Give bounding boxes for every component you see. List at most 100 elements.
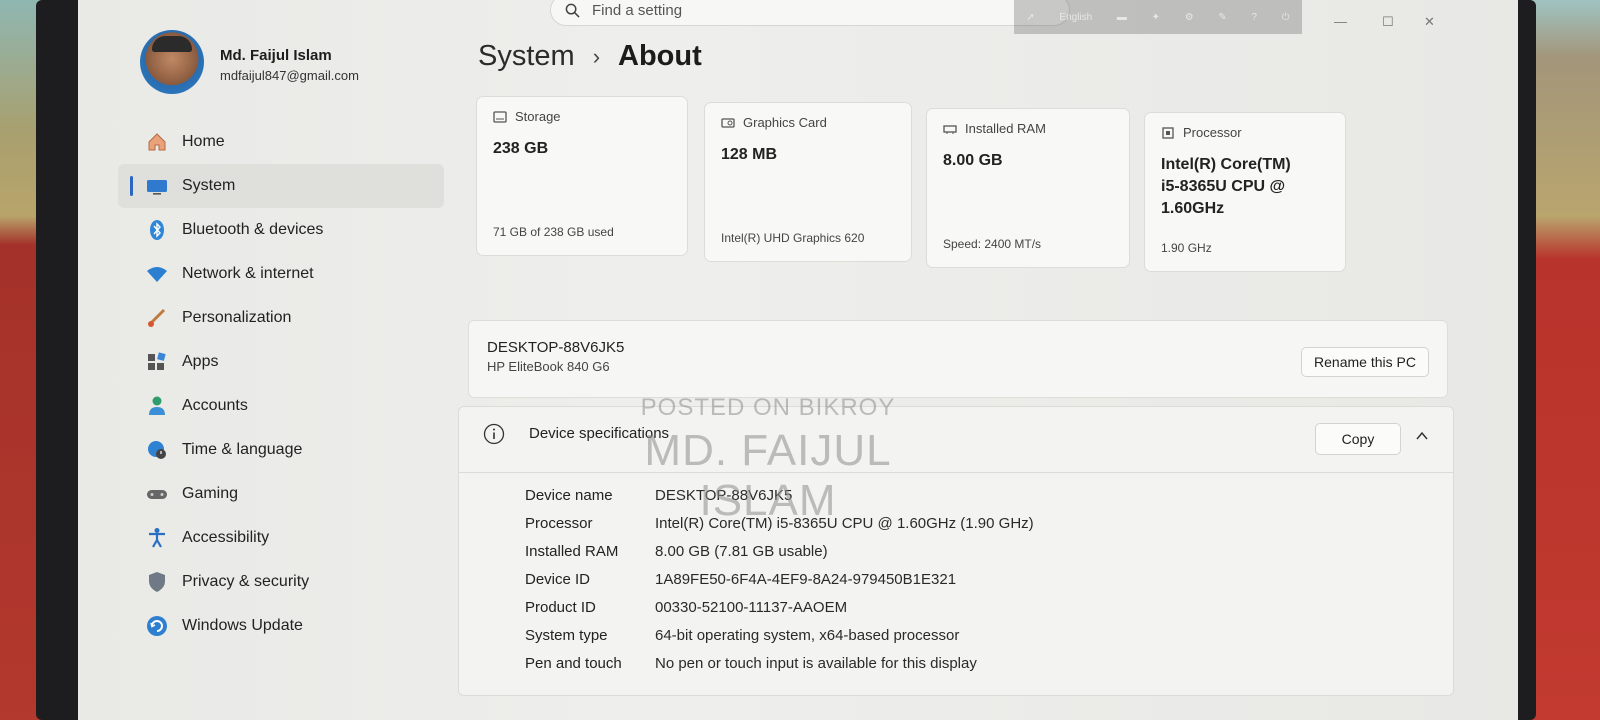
card-label: Installed RAM — [965, 121, 1046, 136]
spec-list: Device name DESKTOP-88V6JK5 Processor Inte… — [525, 481, 1034, 677]
refresh-icon — [146, 615, 168, 637]
spec-value: DESKTOP-88V6JK5 — [655, 486, 793, 504]
bluetooth-icon — [146, 219, 168, 241]
spec-key: Device name — [525, 486, 613, 504]
card-value: 238 GB — [493, 140, 549, 157]
pc-name: DESKTOP-88V6JK5 — [487, 339, 625, 356]
person-icon — [146, 395, 168, 417]
spec-value: 64-bit operating system, x64-based proce… — [655, 626, 960, 644]
sidebar-item-personalization[interactable]: Personalization — [118, 296, 444, 340]
processor-icon — [1162, 126, 1174, 139]
question-icon[interactable]: ? — [1251, 12, 1257, 23]
card-storage[interactable]: Storage 238 GB 71 GB of 238 GB used — [476, 96, 688, 256]
sidebar-item-label: Network & internet — [182, 265, 314, 282]
sidebar-nav: Home System Bluetooth & devices Network … — [118, 120, 444, 648]
sidebar-item-system[interactable]: System — [118, 164, 444, 208]
spec-row-pen-touch: Pen and touch No pen or touch input is av… — [525, 649, 1034, 677]
home-icon — [146, 131, 168, 153]
sidebar-item-bluetooth[interactable]: Bluetooth & devices — [118, 208, 444, 252]
globe-clock-icon — [146, 439, 168, 461]
spec-value: 8.00 GB (7.81 GB usable) — [655, 542, 828, 560]
pc-name-row: DESKTOP-88V6JK5 HP EliteBook 840 G6 Rena… — [468, 320, 1448, 398]
pin-icon[interactable]: ✦ — [1152, 12, 1160, 23]
sidebar-item-time-language[interactable]: Time & language — [118, 428, 444, 472]
card-subtext: 1.90 GHz — [1161, 241, 1212, 255]
card-subtext: 71 GB of 238 GB used — [493, 225, 614, 239]
spec-value: No pen or touch input is available for t… — [655, 654, 977, 672]
sidebar-item-label: Time & language — [182, 441, 303, 458]
card-processor[interactable]: Processor Intel(R) Core(TM) i5-8365U CPU… — [1144, 112, 1346, 272]
settings-window: Find a setting ➚ English ▬ ✦ ⚙ ✎ ? ⏻ — ☐… — [78, 0, 1518, 720]
language-indicator[interactable]: English — [1059, 12, 1092, 23]
card-subtext: Intel(R) UHD Graphics 620 — [721, 231, 865, 245]
card-ram[interactable]: Installed RAM 8.00 GB Speed: 2400 MT/s — [926, 108, 1130, 268]
spec-row-installed-ram: Installed RAM 8.00 GB (7.81 GB usable) — [525, 537, 1034, 565]
sidebar-item-gaming[interactable]: Gaming — [118, 472, 444, 516]
sidebar-item-label: Personalization — [182, 309, 292, 326]
sidebar-item-accessibility[interactable]: Accessibility — [118, 516, 444, 560]
sidebar-item-home[interactable]: Home — [118, 120, 444, 164]
sidebar-item-label: Privacy & security — [182, 573, 310, 590]
storage-icon — [493, 110, 507, 123]
user-name: Md. Faijul Islam — [220, 47, 332, 64]
card-graphics[interactable]: Graphics Card 128 MB Intel(R) UHD Graphi… — [704, 102, 912, 262]
sidebar-item-label: System — [182, 177, 236, 194]
sidebar-item-accounts[interactable]: Accounts — [118, 384, 444, 428]
spec-key: System type — [525, 626, 608, 644]
chevron-up-icon[interactable] — [1415, 429, 1429, 443]
spec-row-system-type: System type 64-bit operating system, x64-… — [525, 621, 1034, 649]
rename-pc-button[interactable]: Rename this PC — [1301, 347, 1429, 377]
close-button[interactable]: ✕ — [1424, 14, 1435, 30]
monitor-icon — [146, 175, 168, 197]
sidebar-item-apps[interactable]: Apps — [118, 340, 444, 384]
spec-key: Device ID — [525, 570, 591, 588]
sidebar-item-label: Home — [182, 133, 225, 150]
card-value: Intel(R) Core(TM) i5-8365U CPU @ 1.60GHz — [1161, 156, 1291, 217]
sidebar-item-windows-update[interactable]: Windows Update — [118, 604, 444, 648]
spec-key: Processor — [525, 514, 593, 532]
search-icon — [565, 3, 580, 18]
wifi-icon — [146, 263, 168, 285]
sidebar-item-privacy[interactable]: Privacy & security — [118, 560, 444, 604]
user-email: mdfaijul847@gmail.com — [220, 68, 359, 83]
card-value: 128 MB — [721, 146, 778, 163]
breadcrumb-parent[interactable]: System — [478, 40, 575, 73]
card-label: Graphics Card — [743, 115, 827, 130]
device-specifications-header[interactable]: Device specifications Copy — [459, 407, 1453, 473]
card-label: Processor — [1183, 125, 1242, 140]
shield-icon — [146, 571, 168, 593]
brush-icon — [146, 307, 168, 329]
spec-key: Product ID — [525, 598, 596, 616]
spec-key: Pen and touch — [525, 654, 622, 672]
sidebar-item-label: Accessibility — [182, 529, 270, 546]
sidebar-item-label: Gaming — [182, 485, 239, 502]
breadcrumb: System › About — [478, 40, 702, 73]
avatar[interactable] — [140, 30, 204, 94]
sidebar-item-label: Bluetooth & devices — [182, 221, 324, 238]
minimize-button[interactable]: — — [1334, 14, 1347, 29]
spec-value: 00330-52100-11137-AAOEM — [655, 598, 848, 616]
breadcrumb-separator: › — [592, 43, 601, 69]
sidebar-item-network[interactable]: Network & internet — [118, 252, 444, 296]
card-subtext: Speed: 2400 MT/s — [943, 237, 1042, 251]
edit-icon[interactable]: ✎ — [1218, 12, 1226, 23]
spec-value: 1A89FE50-6F4A-4EF9-8A24-979450B1E321 — [655, 570, 957, 588]
device-specifications-panel: Device specifications Copy Device name DE… — [458, 406, 1454, 696]
pc-model: HP EliteBook 840 G6 — [487, 359, 610, 374]
spec-value: Intel(R) Core(TM) i5-8365U CPU @ 1.60GHz… — [655, 514, 1034, 532]
apps-icon — [146, 351, 168, 373]
spec-row-processor: Processor Intel(R) Core(TM) i5-8365U CPU … — [525, 509, 1034, 537]
copy-button[interactable]: Copy — [1315, 423, 1401, 455]
sidebar-item-label: Accounts — [182, 397, 248, 414]
keyboard-icon[interactable]: ▬ — [1117, 12, 1127, 23]
spec-row-device-name: Device name DESKTOP-88V6JK5 — [525, 481, 1034, 509]
settings-gear-icon[interactable]: ⚙ — [1185, 12, 1194, 23]
maximize-button[interactable]: ☐ — [1382, 14, 1394, 30]
spec-row-product-id: Product ID 00330-52100-11137-AAOEM — [525, 593, 1034, 621]
screenshot-overlay-toolbar: ➚ English ▬ ✦ ⚙ ✎ ? ⏻ — [1014, 0, 1302, 34]
cursor-icon[interactable]: ➚ — [1026, 12, 1034, 23]
spec-row-device-id: Device ID 1A89FE50-6F4A-4EF9-8A24-979450B… — [525, 565, 1034, 593]
power-icon[interactable]: ⏻ — [1282, 12, 1290, 23]
section-title: Device specifications — [529, 425, 670, 442]
search-box[interactable]: Find a setting — [550, 0, 1070, 26]
